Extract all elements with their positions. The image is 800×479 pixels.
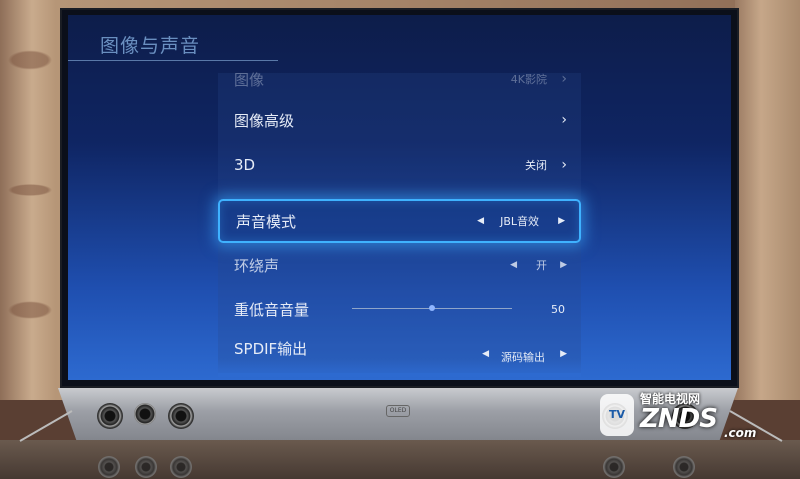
watermark-sub-text: .com <box>724 426 757 440</box>
oled-logo: OLED <box>386 405 410 417</box>
page-title: 图像与声音 <box>100 35 201 57</box>
scroll-fade <box>218 359 581 377</box>
speaker-reflection <box>603 456 625 478</box>
menu-item-label: 3D <box>234 156 256 174</box>
menu-item-value: 关闭 <box>525 159 547 172</box>
arrow-left-icon[interactable]: ◀ <box>510 260 517 270</box>
arrow-right-icon[interactable]: ▶ <box>558 216 565 226</box>
tv-frame: 图像与声音 图像 4K影院 › 图像高级 › 3D 关闭 › 声音模式 ◀ JB… <box>60 8 739 388</box>
speaker-reflection <box>673 456 695 478</box>
speaker-reflection <box>98 456 120 478</box>
menu-item-label: 环绕声 <box>234 256 280 275</box>
speaker-left-3 <box>168 403 194 429</box>
menu-item-value: JBL音效 <box>500 215 539 228</box>
menu-item-label: 图像高级 <box>234 111 295 130</box>
watermark-main-text: ZNDS <box>640 404 718 434</box>
speaker-reflection <box>170 456 192 478</box>
arrow-right-icon[interactable]: ▶ <box>560 260 567 270</box>
speaker-left-2 <box>134 403 156 425</box>
menu-item-advanced-picture[interactable]: 图像高级 › <box>218 98 581 142</box>
menu-item-surround[interactable]: 环绕声 ◀ 开 ▶ <box>218 243 581 287</box>
arrow-left-icon[interactable]: ◀ <box>482 349 489 359</box>
chevron-right-icon: › <box>561 157 567 173</box>
chevron-right-icon: › <box>561 71 567 87</box>
arrow-left-icon[interactable]: ◀ <box>477 216 484 226</box>
stand-leg-left <box>19 410 73 442</box>
tv-screen: 图像与声音 图像 4K影院 › 图像高级 › 3D 关闭 › 声音模式 ◀ JB… <box>68 15 731 380</box>
menu-item-sound-mode[interactable]: 声音模式 ◀ JBL音效 ▶ <box>218 199 581 243</box>
arrow-right-icon[interactable]: ▶ <box>560 349 567 359</box>
menu-item-bass-volume[interactable]: 重低音音量 50 <box>218 287 581 331</box>
menu-item-value: 50 <box>551 302 565 316</box>
menu-item-label: 图像 <box>234 70 265 89</box>
menu-item-picture[interactable]: 图像 4K影院 › <box>218 57 581 101</box>
menu-item-label: 声音模式 <box>236 212 297 231</box>
speaker-reflection <box>135 456 157 478</box>
chevron-right-icon: › <box>561 112 567 128</box>
znds-watermark: TV 智能电视网 ZNDS .com <box>596 388 786 448</box>
menu-item-3d[interactable]: 3D 关闭 › <box>218 143 581 187</box>
menu-item-value: 4K影院 <box>510 73 547 86</box>
menu-item-label: 重低音音量 <box>234 300 310 319</box>
wallpaper-right <box>735 0 800 400</box>
speaker-left-1 <box>97 403 123 429</box>
menu-item-value: 开 <box>536 259 547 272</box>
tv-icon: TV <box>600 394 634 436</box>
bass-slider-knob[interactable] <box>429 305 435 311</box>
menu-item-label: SPDIF输出 <box>234 339 308 358</box>
